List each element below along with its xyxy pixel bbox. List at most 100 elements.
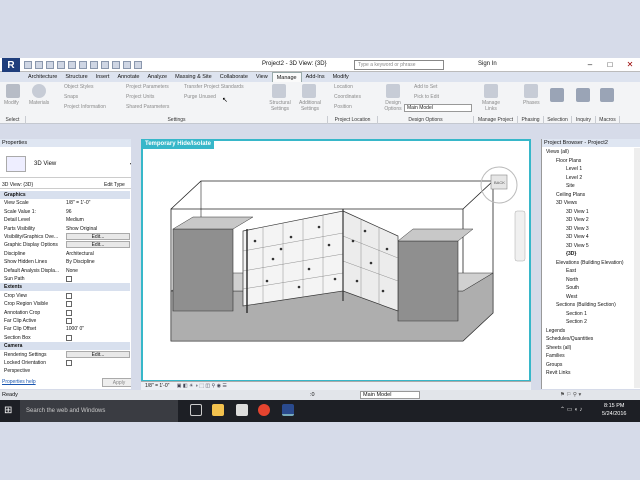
property-edit-button[interactable]: Edit... bbox=[66, 241, 130, 249]
project-information-button[interactable]: Project Information bbox=[64, 104, 106, 110]
browser-item[interactable]: Sections (Building Section) bbox=[556, 302, 616, 309]
thin-lines-icon[interactable] bbox=[123, 61, 131, 69]
property-category[interactable]: Extents bbox=[0, 283, 130, 292]
shared-parameters-button[interactable]: Shared Parameters bbox=[126, 104, 169, 110]
view-control-icons[interactable]: ▣ ◧ ☀ ◑ ⬚ ◫ ⚲ ◉ ☰ bbox=[177, 383, 227, 389]
taskbar-search[interactable]: Search the web and Windows bbox=[20, 400, 178, 422]
open-icon[interactable] bbox=[24, 61, 32, 69]
file-explorer-icon[interactable] bbox=[212, 404, 224, 416]
tab-manage[interactable]: Manage bbox=[271, 72, 302, 82]
status-main-model-select[interactable]: Main Model bbox=[360, 391, 420, 399]
browser-item[interactable]: 3D View 2 bbox=[566, 217, 589, 224]
browser-item[interactable]: Revit Links bbox=[546, 370, 570, 377]
measure-icon[interactable] bbox=[79, 61, 87, 69]
tab-massing-site[interactable]: Massing & Site bbox=[171, 72, 216, 82]
undo-icon[interactable] bbox=[46, 61, 54, 69]
inquiry-icon[interactable] bbox=[576, 88, 590, 102]
pick-to-edit-button[interactable]: Pick to Edit bbox=[414, 94, 439, 100]
browser-item[interactable]: 3D Views bbox=[556, 200, 577, 207]
browser-item[interactable]: Views (all) bbox=[546, 149, 569, 156]
modify-icon[interactable] bbox=[6, 84, 20, 98]
browser-item[interactable]: Legends bbox=[546, 328, 565, 335]
property-value[interactable]: By Discipline bbox=[66, 258, 95, 266]
taskbar-clock[interactable]: 8:15 PM 5/24/2016 bbox=[602, 402, 626, 418]
tab-analyze[interactable]: Analyze bbox=[143, 72, 171, 82]
coordinates-button[interactable]: Coordinates bbox=[334, 94, 361, 100]
search-input[interactable]: Type a keyword or phrase bbox=[354, 60, 444, 70]
structural-settings-icon[interactable] bbox=[272, 84, 286, 98]
revit-taskbar-icon[interactable] bbox=[282, 404, 294, 416]
position-button[interactable]: Position bbox=[334, 104, 352, 110]
project-parameters-button[interactable]: Project Parameters bbox=[126, 84, 169, 90]
browser-item[interactable]: Level 2 bbox=[566, 175, 582, 182]
tab-collaborate[interactable]: Collaborate bbox=[216, 72, 252, 82]
property-checkbox[interactable] bbox=[66, 292, 72, 299]
property-value[interactable]: 96 bbox=[66, 208, 72, 216]
3d-view-canvas[interactable]: BACK bbox=[141, 139, 531, 382]
property-value[interactable]: Show Original bbox=[66, 225, 97, 233]
browser-item[interactable]: West bbox=[566, 294, 577, 301]
browser-item[interactable]: Elevations (Building Elevation) bbox=[556, 260, 624, 267]
materials-icon[interactable] bbox=[32, 84, 46, 98]
main-model-select[interactable]: Main Model bbox=[404, 104, 472, 112]
property-category[interactable]: Camera bbox=[0, 342, 130, 351]
property-checkbox[interactable] bbox=[66, 318, 72, 324]
type-selector[interactable]: 3D View ▾ bbox=[0, 148, 140, 178]
instance-filter[interactable]: 3D View: {3D} Edit Type bbox=[0, 181, 140, 189]
properties-help-link[interactable]: Properties help bbox=[2, 379, 36, 385]
view-cube-label[interactable]: BACK bbox=[494, 180, 505, 185]
add-to-set-button[interactable]: Add to Set bbox=[414, 84, 437, 90]
property-value[interactable]: 1000' 0" bbox=[66, 325, 84, 333]
property-category[interactable]: Graphics bbox=[0, 191, 130, 199]
property-value[interactable]: Architectural bbox=[66, 250, 94, 258]
selection-filter-icons[interactable]: ⚑ ⚐ ⚲ ▾ bbox=[560, 390, 581, 400]
browser-item[interactable]: Section 2 bbox=[566, 319, 587, 326]
property-checkbox[interactable] bbox=[66, 309, 72, 316]
browser-scrollbar[interactable] bbox=[634, 148, 640, 388]
task-view-icon[interactable] bbox=[190, 404, 202, 416]
property-value[interactable]: 1/8" = 1'-0" bbox=[66, 199, 90, 207]
macros-icon[interactable] bbox=[600, 88, 614, 102]
property-value[interactable]: None bbox=[66, 267, 78, 275]
structural-settings-button[interactable]: Structural Settings bbox=[265, 100, 295, 112]
design-options-button[interactable]: Design Options bbox=[381, 100, 405, 112]
minimize-icon[interactable]: – bbox=[580, 58, 600, 71]
windows-start-icon[interactable]: ⊞ bbox=[4, 405, 15, 416]
chrome-icon[interactable] bbox=[258, 404, 270, 416]
sign-in-button[interactable]: Sign In bbox=[478, 61, 497, 67]
maximize-icon[interactable]: □ bbox=[600, 58, 620, 71]
tab-add-ins[interactable]: Add-Ins bbox=[302, 72, 329, 82]
property-checkbox[interactable] bbox=[66, 301, 72, 308]
browser-item[interactable]: 3D View 1 bbox=[566, 209, 589, 216]
object-styles-button[interactable]: Object Styles bbox=[64, 84, 93, 90]
additional-settings-button[interactable]: Additional Settings bbox=[295, 100, 325, 112]
browser-item[interactable]: Ceiling Plans bbox=[556, 192, 585, 199]
select-panel[interactable]: Select bbox=[0, 116, 26, 124]
additional-settings-icon[interactable] bbox=[302, 84, 316, 98]
browser-item[interactable]: {3D} bbox=[566, 251, 576, 258]
browser-item[interactable]: South bbox=[566, 285, 579, 292]
print-icon[interactable] bbox=[68, 61, 76, 69]
view-scale-control[interactable]: 1/8" = 1'-0" bbox=[145, 383, 169, 389]
browser-item[interactable]: Floor Plans bbox=[556, 158, 581, 165]
manage-links-button[interactable]: Manage Links bbox=[480, 100, 502, 112]
tab-modify[interactable]: Modify bbox=[329, 72, 353, 82]
browser-item[interactable]: Section 1 bbox=[566, 311, 587, 318]
phases-button[interactable]: Phases bbox=[523, 100, 540, 106]
snaps-button[interactable]: Snaps bbox=[64, 94, 78, 100]
model-viewport[interactable]: BACK bbox=[143, 141, 529, 380]
project-units-button[interactable]: Project Units bbox=[126, 94, 154, 100]
close-views-icon[interactable] bbox=[134, 61, 142, 69]
modify-button[interactable]: Modify bbox=[4, 100, 19, 106]
tab-annotate[interactable]: Annotate bbox=[113, 72, 143, 82]
manage-links-icon[interactable] bbox=[484, 84, 498, 98]
property-edit-button[interactable]: Edit... bbox=[66, 350, 130, 358]
selection-icon[interactable] bbox=[550, 88, 564, 102]
tab-view[interactable]: View bbox=[252, 72, 272, 82]
browser-item[interactable]: Groups bbox=[546, 362, 562, 369]
tab-architecture[interactable]: Architecture bbox=[24, 72, 61, 82]
browser-item[interactable]: Families bbox=[546, 353, 565, 360]
redo-icon[interactable] bbox=[57, 61, 65, 69]
tab-insert[interactable]: Insert bbox=[92, 72, 114, 82]
edit-type-button[interactable]: Edit Type bbox=[104, 181, 125, 189]
